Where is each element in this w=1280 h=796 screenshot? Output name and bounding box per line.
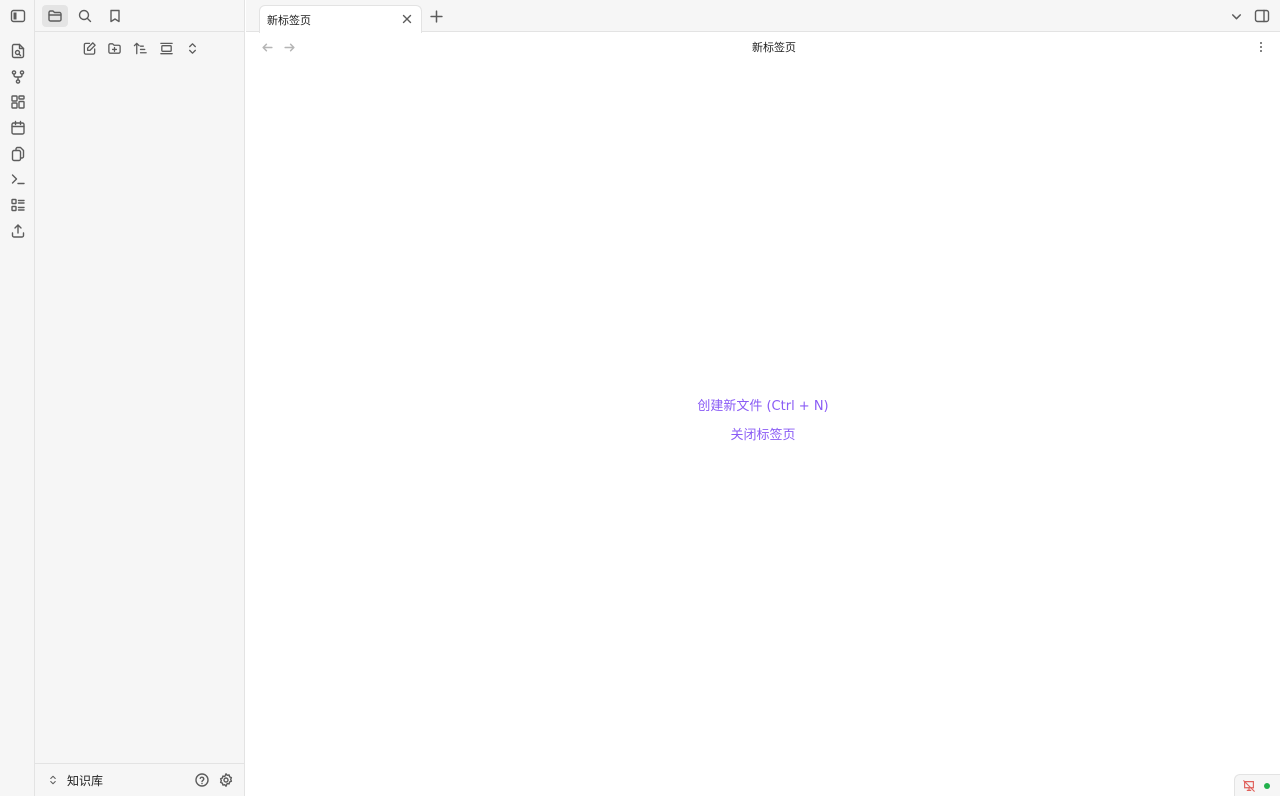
new-tab-button[interactable] xyxy=(426,6,446,26)
layout-dashboard-icon xyxy=(10,95,25,109)
sidebar-right-icon xyxy=(1254,9,1270,23)
vault-switcher[interactable]: 知识库 xyxy=(47,770,103,790)
view-title: 新标签页 xyxy=(752,41,796,54)
main-workspace: 新标签页 新标签页 创建新文件 (Ctrl + N) 关闭标签页 xyxy=(246,0,1280,796)
toggle-left-sidebar-button[interactable] xyxy=(7,6,29,26)
open-daily-note-button[interactable] xyxy=(0,115,35,141)
tab-file-explorer[interactable] xyxy=(42,5,68,27)
sync-status-button[interactable] xyxy=(1241,778,1257,794)
open-outline-button[interactable] xyxy=(0,192,35,218)
sidebar-footer: 知识库 xyxy=(35,763,245,796)
file-search-icon xyxy=(11,43,24,59)
chevrons-up-down-icon xyxy=(188,42,196,54)
toggle-right-sidebar-button[interactable] xyxy=(1252,6,1272,26)
sort-ascending-icon xyxy=(133,42,147,54)
sync-off-icon xyxy=(1243,780,1255,792)
sort-button[interactable] xyxy=(129,38,151,58)
calendar-icon xyxy=(10,120,25,135)
tab-list-dropdown[interactable] xyxy=(1226,6,1246,26)
empty-state-actions: 创建新文件 (Ctrl + N) 关闭标签页 xyxy=(246,397,1280,446)
tab-title: 新标签页 xyxy=(267,14,311,27)
open-command-palette-button[interactable] xyxy=(0,166,35,192)
close-tab-button[interactable] xyxy=(399,11,415,27)
view-header: 新标签页 xyxy=(246,33,1280,61)
left-sidebar: 知识库 xyxy=(35,0,245,796)
collapse-all-button[interactable] xyxy=(181,38,203,58)
status-bar xyxy=(1234,774,1280,796)
close-tab-link[interactable]: 关闭标签页 xyxy=(663,426,863,446)
open-graph-view-button[interactable] xyxy=(0,64,35,90)
more-vertical-icon xyxy=(1260,42,1262,52)
more-options-button[interactable] xyxy=(1252,37,1270,57)
help-circle-icon xyxy=(195,773,209,787)
left-ribbon xyxy=(0,0,35,796)
publish-button[interactable] xyxy=(0,218,35,244)
ribbon-actions xyxy=(0,38,35,244)
tab-bookmarks[interactable] xyxy=(102,5,128,27)
terminal-icon xyxy=(11,174,25,185)
sidebar-tab-bar xyxy=(35,0,245,32)
tab-new-tab[interactable]: 新标签页 xyxy=(259,5,422,33)
close-icon xyxy=(402,14,412,24)
open-quick-switcher-button[interactable] xyxy=(0,38,35,64)
chevrons-up-down-icon xyxy=(50,775,56,785)
bookmark-icon xyxy=(110,9,120,23)
settings-button[interactable] xyxy=(215,770,237,790)
tab-bar: 新标签页 xyxy=(246,0,1280,33)
create-new-file-link[interactable]: 创建新文件 (Ctrl + N) xyxy=(663,397,863,417)
upload-icon xyxy=(11,223,24,238)
new-note-button[interactable] xyxy=(78,38,100,58)
file-explorer-toolbar xyxy=(35,38,245,58)
gallery-horizontal-icon xyxy=(159,42,173,54)
auto-reveal-button[interactable] xyxy=(155,38,177,58)
plus-icon xyxy=(429,9,443,23)
chevron-down-icon xyxy=(1231,13,1241,19)
help-button[interactable] xyxy=(191,770,213,790)
sidebar-left-icon xyxy=(10,9,26,23)
git-fork-icon xyxy=(11,69,24,84)
edit-icon xyxy=(83,41,96,55)
search-icon xyxy=(78,9,92,23)
status-indicator-dot xyxy=(1264,783,1270,789)
create-canvas-button[interactable] xyxy=(0,89,35,115)
new-folder-button[interactable] xyxy=(103,38,125,58)
folder-icon xyxy=(48,10,62,22)
tab-search[interactable] xyxy=(72,5,98,27)
vault-name: 知识库 xyxy=(67,773,104,788)
gear-icon xyxy=(219,773,233,787)
folder-plus-icon xyxy=(107,42,121,54)
files-icon xyxy=(11,146,24,161)
list-checks-icon xyxy=(10,198,25,212)
insert-template-button[interactable] xyxy=(0,141,35,167)
app-window: 知识库 新标签页 新标签页 创建新文件 (Ctrl + N) 关闭标签页 xyxy=(0,0,1280,796)
